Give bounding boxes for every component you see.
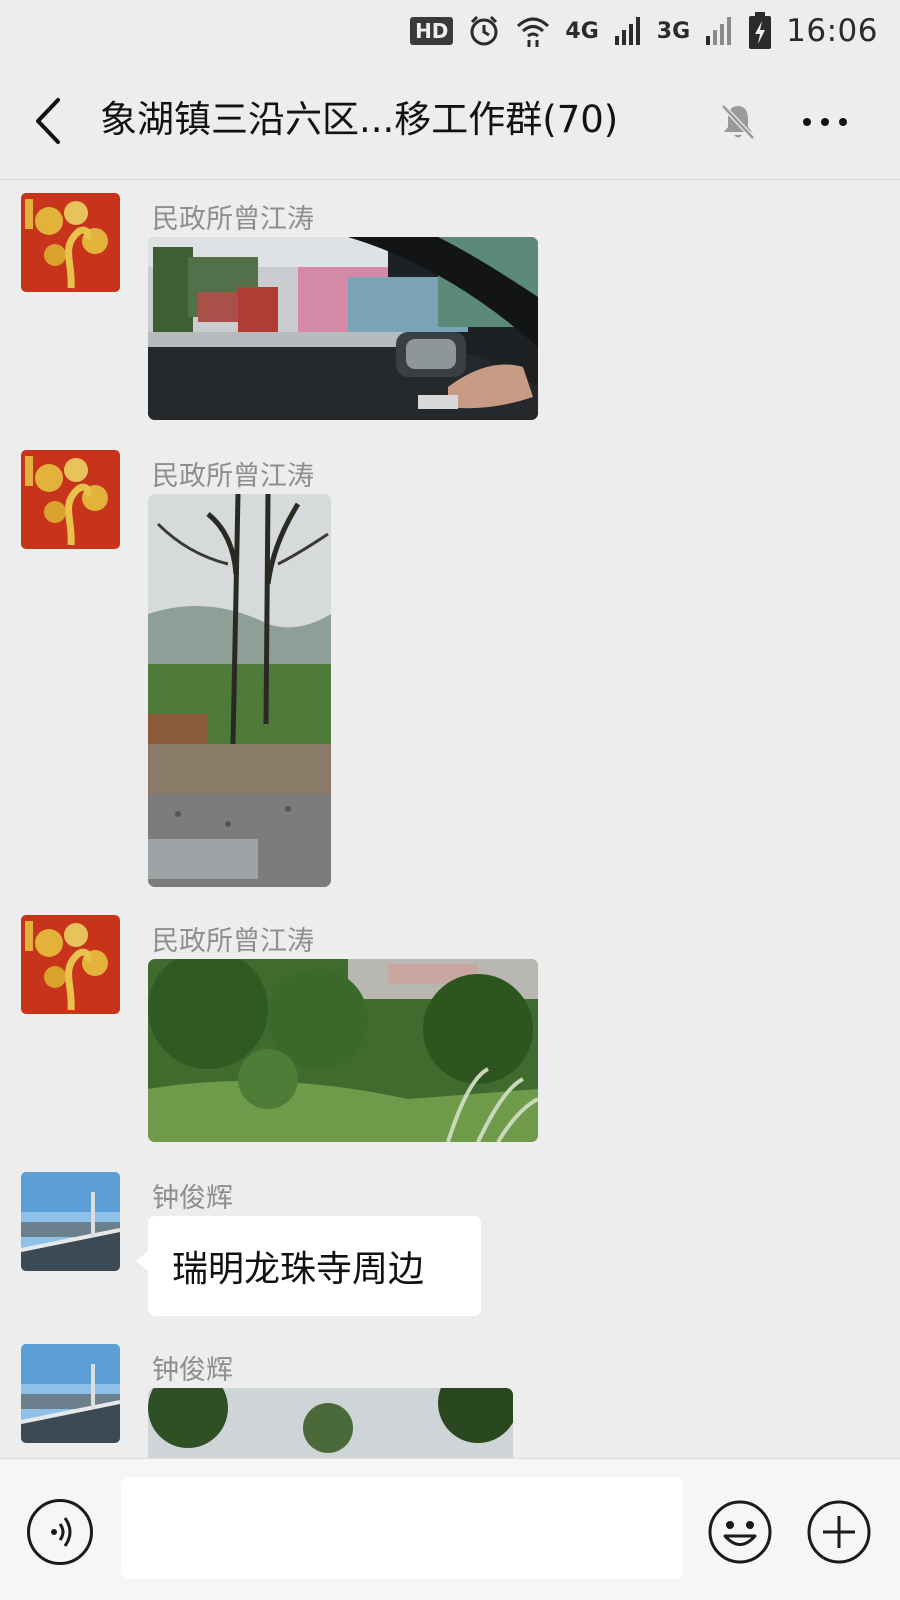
avatar[interactable] [21,1172,120,1271]
sender-name: 钟俊辉 [152,1183,233,1214]
sender-name: 民政所曾江涛 [152,926,314,957]
image-message[interactable] [148,1388,513,1458]
message-item: 民政所曾江涛 [0,915,900,1145]
signal-icon [613,16,643,46]
voice-icon[interactable] [27,1499,93,1565]
hd-badge: HD [410,17,454,45]
text-message[interactable]: 瑞明龙珠寺周边 [136,1216,481,1316]
status-bar: HD 4G 3G 16:06 [0,0,900,62]
input-bar [0,1458,900,1600]
chat-header: 象湖镇三沿六区...移工作群(70) [0,62,900,180]
avatar[interactable] [21,1344,120,1443]
mute-bell-icon [720,102,756,142]
plus-icon[interactable] [806,1499,872,1565]
emoji-icon[interactable] [707,1499,773,1565]
message-item: 钟俊辉 瑞明龙珠寺周边 [0,1172,900,1317]
avatar[interactable] [21,193,120,292]
image-message[interactable] [148,494,331,887]
clock: 16:06 [786,13,878,49]
chat-title: 象湖镇三沿六区...移工作群(70) [100,98,619,141]
avatar[interactable] [21,915,120,1014]
avatar[interactable] [21,450,120,549]
message-item: 民政所曾江涛 [0,450,900,890]
message-input[interactable] [121,1477,683,1579]
signal-icon [704,16,734,46]
image-message[interactable] [148,959,538,1142]
network-3g-label: 3G [656,18,691,44]
message-item: 民政所曾江涛 [0,193,900,423]
network-4g-label: 4G [565,18,599,44]
message-item: 钟俊辉 [0,1344,900,1458]
battery-charging-icon [748,12,772,50]
sender-name: 民政所曾江涛 [152,204,314,235]
wifi-icon [515,14,551,48]
sender-name: 民政所曾江涛 [152,461,314,492]
sender-name: 钟俊辉 [152,1355,233,1386]
alarm-icon [467,14,501,48]
more-icon[interactable] [800,102,850,142]
back-icon[interactable] [30,96,70,146]
image-message[interactable] [148,237,538,420]
